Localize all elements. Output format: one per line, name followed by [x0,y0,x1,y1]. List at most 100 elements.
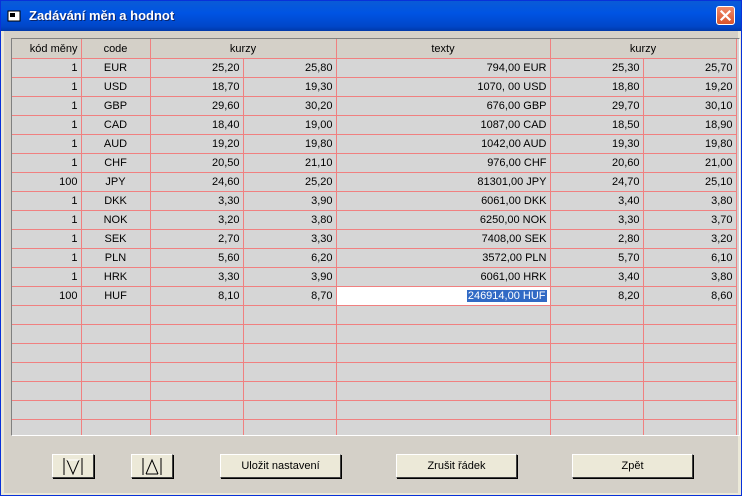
empty-cell[interactable] [550,419,644,435]
cell-code[interactable]: JPY [81,172,151,192]
cell-kurz-1[interactable]: 3,30 [150,267,244,287]
empty-cell[interactable] [150,381,244,401]
empty-table-row[interactable] [12,324,737,344]
cell-kod-meny[interactable]: 1 [12,229,82,249]
cell-kurz-1[interactable]: 3,30 [150,191,244,211]
empty-cell[interactable] [150,324,244,344]
empty-cell[interactable] [150,343,244,363]
column-header-texty[interactable]: texty [336,39,551,59]
empty-cell[interactable] [243,324,337,344]
cell-code[interactable]: CAD [81,115,151,135]
cell-kod-meny[interactable]: 1 [12,153,82,173]
cell-kurz-4[interactable]: 25,70 [643,58,737,78]
cell-kurz-4[interactable]: 18,90 [643,115,737,135]
cell-code[interactable]: USD [81,77,151,97]
table-row[interactable]: 100 JPY 24,60 25,20 81301,00 JPY 24,70 25,10 [12,172,737,192]
empty-cell[interactable] [643,419,737,435]
cell-kod-meny[interactable]: 1 [12,248,82,268]
cell-kurz-3[interactable]: 18,80 [550,77,644,97]
empty-cell[interactable] [243,381,337,401]
empty-cell[interactable] [550,362,644,382]
cell-kurz-2[interactable]: 19,00 [243,115,337,135]
empty-cell[interactable] [81,419,151,435]
cell-kurz-4[interactable]: 30,10 [643,96,737,116]
cell-kurz-2[interactable]: 30,20 [243,96,337,116]
empty-cell[interactable] [243,400,337,420]
cell-kurz-4[interactable]: 19,20 [643,77,737,97]
empty-cell[interactable] [81,400,151,420]
cell-kurz-4[interactable]: 3,70 [643,210,737,230]
empty-cell[interactable] [336,381,551,401]
cell-code[interactable]: CHF [81,153,151,173]
empty-cell[interactable] [12,324,82,344]
empty-table-row[interactable] [12,362,737,382]
cell-kurz-2[interactable]: 19,80 [243,134,337,154]
cell-kurz-1[interactable]: 3,20 [150,210,244,230]
cell-code[interactable]: AUD [81,134,151,154]
cell-kurz-4[interactable]: 21,00 [643,153,737,173]
cell-kurz-4[interactable]: 19,80 [643,134,737,154]
empty-cell[interactable] [643,324,737,344]
empty-cell[interactable] [12,400,82,420]
empty-table-row[interactable] [12,305,737,325]
empty-cell[interactable] [550,305,644,325]
table-row[interactable]: 100 HUF 8,10 8,70 246914,00 HUF 8,20 8,60 [12,286,737,306]
cell-code[interactable]: PLN [81,248,151,268]
empty-cell[interactable] [336,305,551,325]
empty-cell[interactable] [336,419,551,435]
cell-kurz-1[interactable]: 18,70 [150,77,244,97]
cell-texty[interactable]: 6061,00 HRK [336,267,551,287]
cell-code[interactable]: HUF [81,286,151,306]
empty-cell[interactable] [81,324,151,344]
cell-code[interactable]: SEK [81,229,151,249]
cell-kod-meny[interactable]: 1 [12,134,82,154]
cell-kurz-3[interactable]: 20,60 [550,153,644,173]
table-row[interactable]: 1 USD 18,70 19,30 1070, 00 USD 18,80 19,20 [12,77,737,97]
empty-cell[interactable] [150,419,244,435]
move-down-button[interactable] [52,454,94,478]
empty-cell[interactable] [336,324,551,344]
cell-kurz-4[interactable]: 6,10 [643,248,737,268]
cell-texty[interactable]: 81301,00 JPY [336,172,551,192]
empty-cell[interactable] [643,362,737,382]
cell-kurz-3[interactable]: 3,40 [550,267,644,287]
empty-table-row[interactable] [12,381,737,401]
cell-kurz-2[interactable]: 25,20 [243,172,337,192]
cell-kod-meny[interactable]: 1 [12,210,82,230]
empty-cell[interactable] [643,343,737,363]
cell-kurz-2[interactable]: 3,30 [243,229,337,249]
empty-cell[interactable] [81,305,151,325]
cell-kurz-3[interactable]: 18,50 [550,115,644,135]
empty-cell[interactable] [243,362,337,382]
cell-kurz-1[interactable]: 5,60 [150,248,244,268]
cell-kod-meny[interactable]: 1 [12,77,82,97]
close-button[interactable] [716,6,735,25]
cell-kod-meny[interactable]: 1 [12,191,82,211]
cell-kurz-3[interactable]: 5,70 [550,248,644,268]
table-row[interactable]: 1 CHF 20,50 21,10 976,00 CHF 20,60 21,00 [12,153,737,173]
empty-cell[interactable] [243,343,337,363]
cell-kurz-4[interactable]: 3,80 [643,191,737,211]
cell-kurz-2[interactable]: 3,90 [243,191,337,211]
title-bar[interactable]: Zadávání měn a hodnot [1,1,741,31]
column-header-code[interactable]: code [81,39,151,59]
table-row[interactable]: 1 PLN 5,60 6,20 3572,00 PLN 5,70 6,10 [12,248,737,268]
empty-cell[interactable] [336,343,551,363]
cell-kurz-2[interactable]: 25,80 [243,58,337,78]
table-row[interactable]: 1 CAD 18,40 19,00 1087,00 CAD 18,50 18,90 [12,115,737,135]
cell-texty[interactable]: 6061,00 DKK [336,191,551,211]
cell-texty[interactable]: 976,00 CHF [336,153,551,173]
cell-kurz-3[interactable]: 2,80 [550,229,644,249]
cell-kurz-2[interactable]: 19,30 [243,77,337,97]
cell-code[interactable]: DKK [81,191,151,211]
empty-cell[interactable] [150,305,244,325]
move-up-button[interactable] [131,454,173,478]
cell-code[interactable]: NOK [81,210,151,230]
cell-kurz-4[interactable]: 25,10 [643,172,737,192]
cell-kurz-3[interactable]: 3,40 [550,191,644,211]
cell-kurz-3[interactable]: 19,30 [550,134,644,154]
empty-cell[interactable] [12,305,82,325]
back-button[interactable]: Zpět [572,454,693,478]
empty-cell[interactable] [150,362,244,382]
cell-texty[interactable]: 1070, 00 USD [336,77,551,97]
